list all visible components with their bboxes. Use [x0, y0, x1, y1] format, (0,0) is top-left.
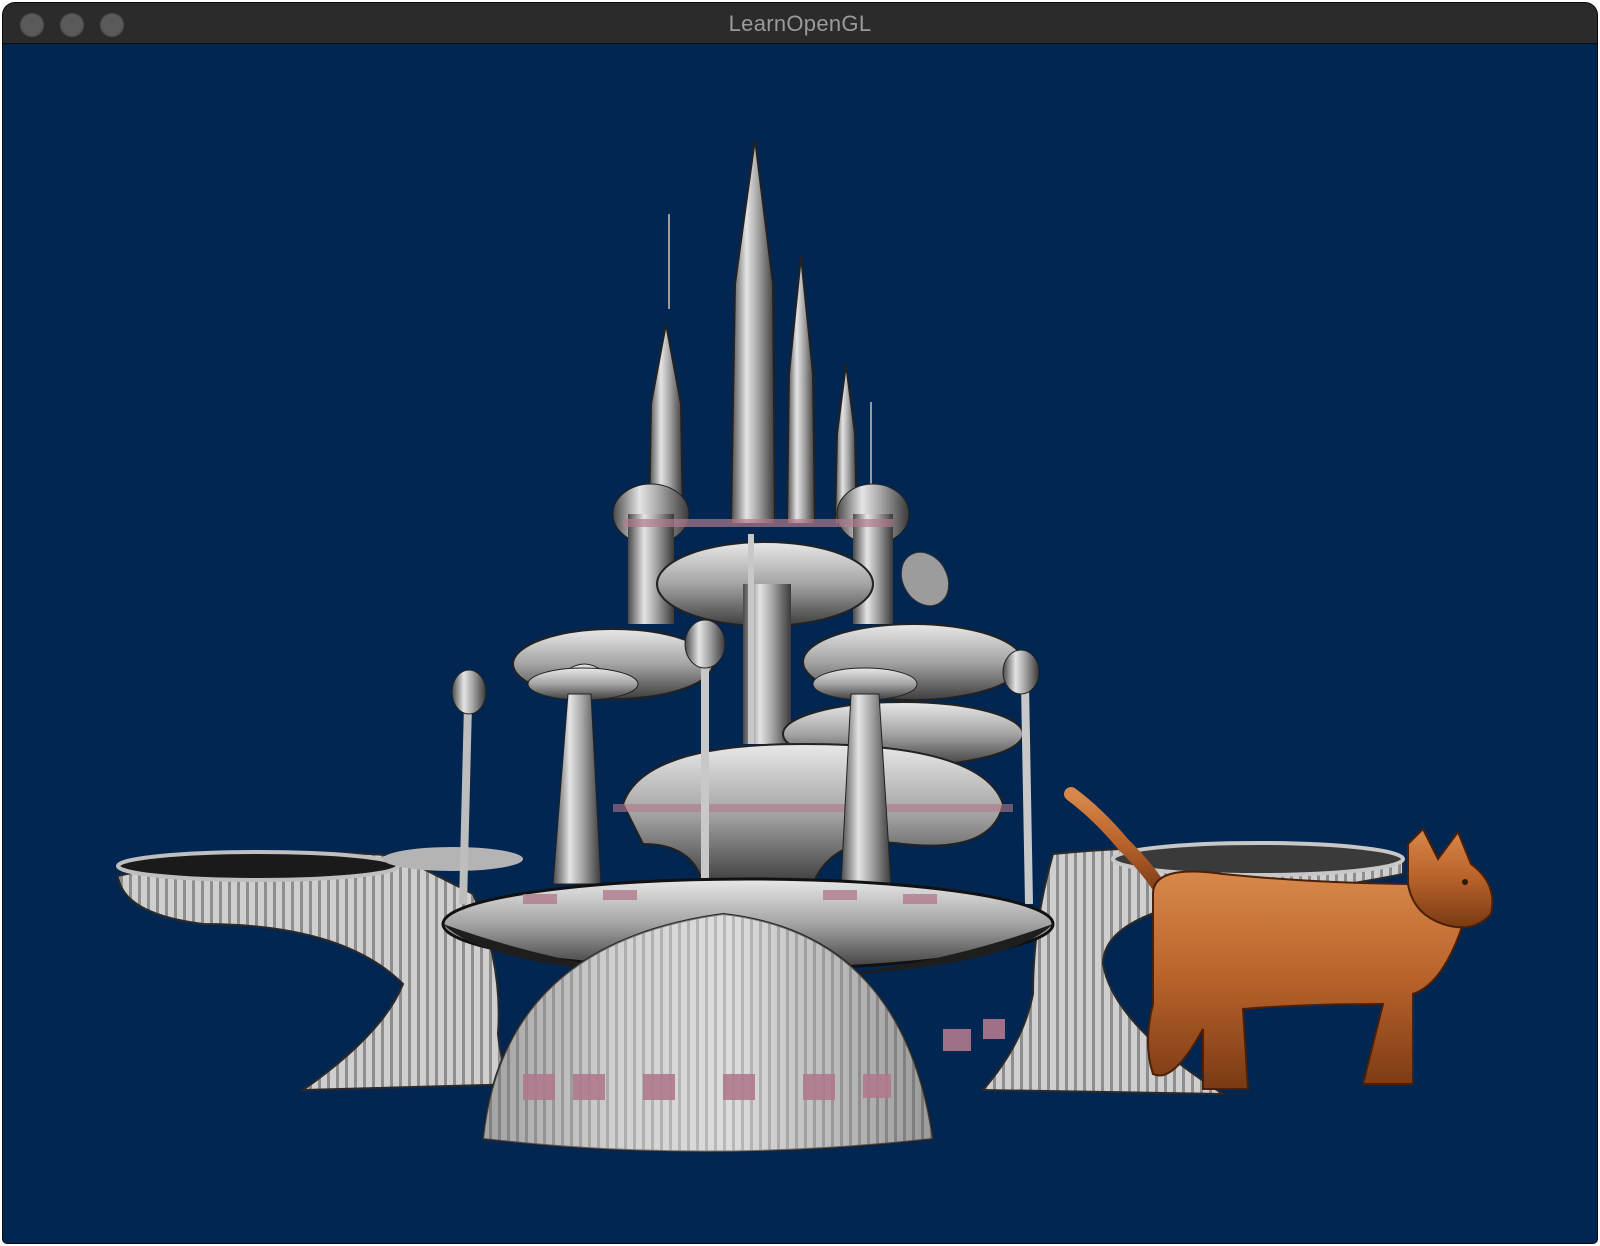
title-bar[interactable]: LearnOpenGL: [3, 3, 1597, 44]
rendered-scene: [116, 138, 1494, 1153]
opengl-viewport[interactable]: [3, 44, 1597, 1243]
app-window: LearnOpenGL: [3, 3, 1597, 1243]
window-title: LearnOpenGL: [728, 11, 872, 36]
